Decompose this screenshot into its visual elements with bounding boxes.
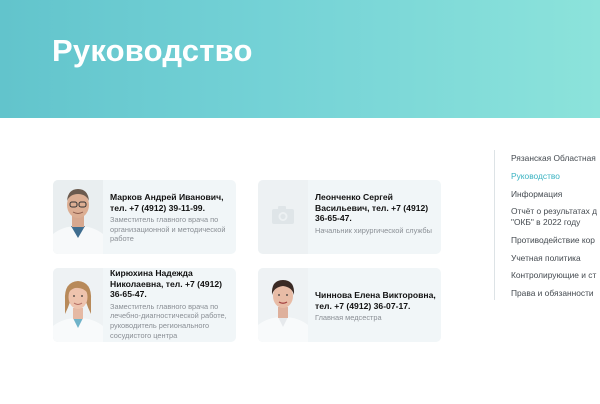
sidebar-item-report[interactable]: Отчёт о результатах д (495, 206, 600, 217)
page-title: Руководство (52, 33, 253, 68)
staff-name[interactable]: Чиннова Елена Викторовна, тел. +7 (4912)… (315, 290, 437, 311)
staff-photo (53, 180, 103, 254)
staff-card[interactable]: Леонченко Сергей Васильевич, тел. +7 (49… (258, 180, 441, 254)
staff-position: Главная медсестра (315, 313, 382, 323)
staff-card[interactable]: Марков Андрей Иванович, тел. +7 (4912) 3… (53, 180, 236, 254)
staff-photo (258, 268, 308, 342)
sidebar-item-management[interactable]: Руководство (495, 171, 600, 182)
staff-card[interactable]: Чиннова Елена Викторовна, тел. +7 (4912)… (258, 268, 441, 342)
sidebar-item-anti-corruption[interactable]: Противодействие кор (495, 235, 600, 246)
page-header-banner: Руководство (0, 0, 600, 118)
staff-card[interactable]: Кирюхина Надежда Николаевна, тел. +7 (49… (53, 268, 236, 342)
staff-position: Заместитель главного врача по организаци… (110, 215, 226, 244)
sidebar-item-supervisory-bodies[interactable]: Контролирующие и ст (495, 270, 600, 281)
sidebar-item-regional-hospital[interactable]: Рязанская Областная (495, 153, 600, 164)
staff-name[interactable]: Кирюхина Надежда Николаевна, тел. +7 (49… (110, 268, 232, 300)
sidebar-item-accounting-policy[interactable]: Учетная политика (495, 253, 600, 264)
sidebar-item-information[interactable]: Информация (495, 189, 600, 200)
staff-position: Начальник хирургической службы (315, 225, 432, 235)
staff-name[interactable]: Леонченко Сергей Васильевич, тел. +7 (49… (315, 192, 437, 224)
section-sidebar-nav: Рязанская Областная Руководство Информац… (494, 150, 600, 300)
staff-photo (53, 268, 103, 342)
staff-position: Заместитель главного врача по лечебно-ди… (110, 301, 227, 340)
staff-name[interactable]: Марков Андрей Иванович, тел. +7 (4912) 3… (110, 192, 232, 213)
sidebar-item-report-year[interactable]: "ОКБ" в 2022 году (495, 217, 600, 228)
camera-placeholder-icon (258, 180, 308, 254)
sidebar-item-rights-duties[interactable]: Права и обязанности (495, 288, 600, 299)
